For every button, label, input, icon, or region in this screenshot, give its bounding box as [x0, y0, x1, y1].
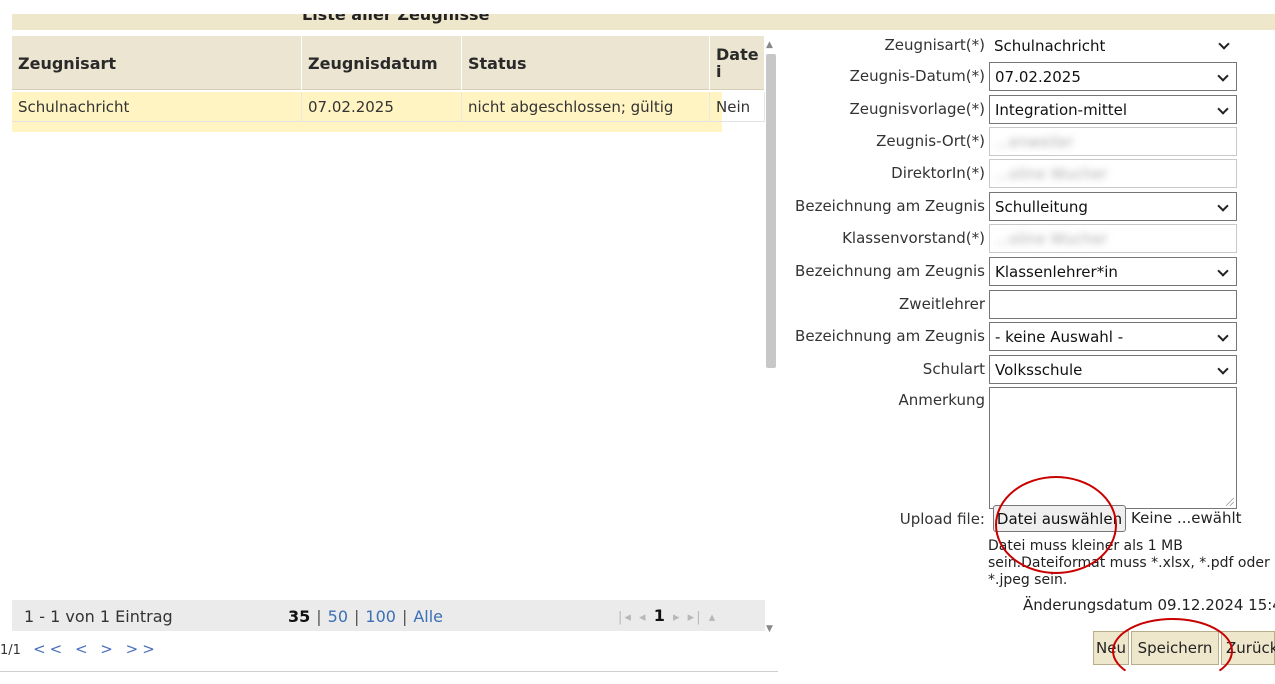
col-zeugnisart[interactable]: Zeugnisart — [12, 36, 302, 90]
col-status[interactable]: Status — [462, 36, 710, 90]
save-button[interactable]: Speichern — [1131, 631, 1219, 665]
bezeichnung-zweitlehrer-label: Bezeichnung am Zeugnis — [795, 327, 985, 345]
zeugnisvorlage-label: Zeugnisvorlage(*) — [849, 100, 985, 118]
zeugnis-ort-input[interactable]: ...enweiler — [989, 127, 1237, 156]
anmerkung-label: Anmerkung — [898, 391, 985, 409]
choose-file-button[interactable]: Datei auswählen — [993, 505, 1126, 532]
zeugnisart-label: Zeugnisart(*) — [884, 36, 985, 54]
bezeichnung-klassenlehrer-label: Bezeichnung am Zeugnis — [795, 262, 985, 280]
grid-header: Zeugnisart Zeugnisdatum Status Date i — [12, 36, 765, 90]
direktorin-label: DirektorIn(*) — [891, 164, 985, 182]
current-page: 1 — [653, 606, 667, 625]
zeugnisart-select[interactable]: Schulnachricht — [989, 31, 1237, 60]
page-size-100[interactable]: 100 — [365, 607, 396, 626]
bezeichnung-klassenlehrer-select[interactable]: Klassenlehrer*in — [989, 257, 1237, 286]
bezeichnung-zweitlehrer-select[interactable]: - keine Auswahl - — [989, 322, 1237, 351]
cell-zeugnisdatum: 07.02.2025 — [302, 92, 462, 122]
page-size-selector: 35 | 50 | 100 | Alle — [288, 607, 444, 626]
bottom-nav: 1/1 << < > >> — [0, 640, 159, 658]
page-size-50[interactable]: 50 — [328, 607, 348, 626]
pager-info: 1 - 1 von 1 Eintrag — [24, 607, 173, 626]
schulart-label: Schulart — [922, 360, 985, 378]
scroll-down-icon[interactable]: ▼ — [766, 624, 773, 634]
zweitlehrer-label: Zweitlehrer — [899, 295, 985, 313]
certificate-grid: Zeugnisart Zeugnisdatum Status Date i Sc… — [12, 36, 765, 636]
grid-pager: 1 - 1 von 1 Eintrag 35 | 50 | 100 | Alle |◂ ◂ … — [12, 600, 765, 631]
page-indicator: 1/1 — [0, 643, 21, 658]
upload-hint: Datei muss kleiner als 1 MB sein.Dateifo… — [988, 538, 1270, 588]
zeugnis-ort-label: Zeugnis-Ort(*) — [876, 132, 985, 150]
scroll-thumb[interactable] — [766, 54, 776, 368]
cell-zeugnisart: Schulnachricht — [12, 92, 302, 122]
schulart-select[interactable]: Volksschule — [989, 355, 1237, 384]
klassenvorstand-label: Klassenvorstand(*) — [842, 229, 985, 247]
zeugnisvorlage-select[interactable]: Integration-mittel — [989, 95, 1237, 124]
upload-label: Upload file: — [899, 510, 985, 528]
list-title: Liste aller Zeugnisse — [302, 14, 490, 24]
pager-nav: |◂ ◂ 1 ▸ ▸| ▴ — [618, 606, 717, 625]
grid-scrollbar[interactable]: ▲ ▼ — [757, 40, 777, 634]
bezeichnung-schulleitung-select[interactable]: Schulleitung — [989, 192, 1237, 221]
col-zeugnisdatum[interactable]: Zeugnisdatum — [302, 36, 462, 90]
frame-border — [0, 671, 778, 672]
first-page-icon[interactable]: |◂ — [618, 610, 633, 625]
cell-status: nicht abgeschlossen; gültig — [462, 92, 710, 122]
table-row[interactable]: Schulnachricht 07.02.2025 nicht abgeschl… — [12, 92, 765, 122]
page-nav-links[interactable]: << < > >> — [33, 640, 159, 658]
back-button[interactable]: Zurück — [1221, 631, 1275, 665]
next-page-icon[interactable]: ▸ — [673, 610, 682, 625]
direktorin-input[interactable]: ...oline Wucher — [989, 159, 1237, 188]
zeugnis-datum-label: Zeugnis-Datum(*) — [849, 67, 985, 85]
last-page-icon[interactable]: ▸| — [688, 610, 703, 625]
file-state-text: Keine ...ewählt — [1131, 509, 1242, 527]
page-size-all[interactable]: Alle — [413, 607, 443, 626]
changed-date: Änderungsdatum 09.12.2024 15:47 — [1023, 596, 1275, 614]
zeugnis-datum-select[interactable]: 07.02.2025 — [989, 62, 1237, 91]
scroll-top-icon[interactable]: ▴ — [709, 610, 718, 625]
prev-page-icon[interactable]: ◂ — [639, 610, 648, 625]
scroll-up-icon[interactable]: ▲ — [766, 40, 773, 50]
bezeichnung-schulleitung-label: Bezeichnung am Zeugnis — [795, 197, 985, 215]
anmerkung-textarea[interactable] — [989, 387, 1237, 509]
list-title-bar: Liste aller Zeugnisse — [12, 14, 1275, 30]
zweitlehrer-input[interactable] — [989, 290, 1237, 319]
page-size-current: 35 — [288, 607, 311, 626]
klassenvorstand-input[interactable]: ...oline Wucher — [989, 224, 1237, 253]
new-button[interactable]: Neu — [1093, 631, 1129, 665]
